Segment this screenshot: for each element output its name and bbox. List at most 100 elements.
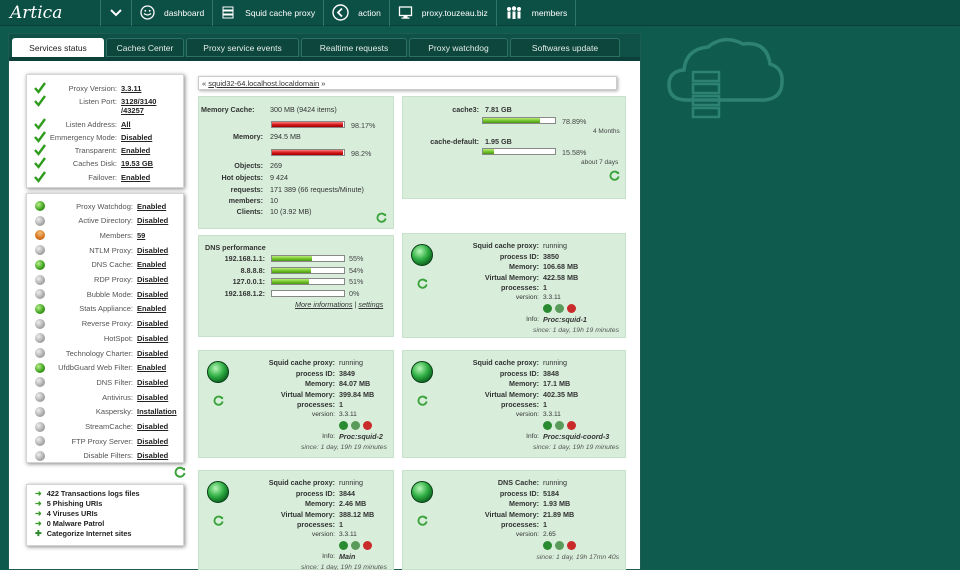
service-uptime: since: 1 day, 19h 19 minutes xyxy=(532,444,619,451)
breadcrumb: « squid32-64.localhost.localdomain » xyxy=(198,76,617,90)
tab-softwares-update[interactable]: Softwares update xyxy=(510,38,620,57)
dns-bar xyxy=(271,289,345,297)
logo[interactable]: Artica xyxy=(0,3,100,23)
restart-icon[interactable] xyxy=(555,421,564,430)
stop-icon[interactable] xyxy=(567,541,576,550)
feature-label: NTLM Proxy: xyxy=(89,245,133,255)
feature-value[interactable]: Disabled xyxy=(137,422,168,431)
feature-value[interactable]: 59 xyxy=(137,231,145,240)
stop-icon[interactable] xyxy=(567,421,576,430)
check-icon xyxy=(34,82,46,94)
list-item[interactable]: ➜ 0 Malware Patrol xyxy=(35,519,104,528)
kv-value: 9 424 xyxy=(270,173,288,182)
feature-value[interactable]: Disabled xyxy=(137,290,168,299)
refresh-icon[interactable] xyxy=(213,395,224,406)
feature-value[interactable]: Enabled xyxy=(137,363,166,372)
service-field-value: 21.89 MB xyxy=(543,509,575,519)
stop-icon[interactable] xyxy=(363,541,372,550)
info-value[interactable]: 3.3.11 xyxy=(121,84,141,93)
stats-list-box: ➜ 422 Transactions logs files ➜ 5 Phishing… xyxy=(26,484,184,546)
feature-value[interactable]: Disabled xyxy=(137,378,168,387)
start-icon[interactable] xyxy=(339,421,348,430)
refresh-button[interactable] xyxy=(174,466,186,480)
refresh-icon[interactable] xyxy=(609,170,620,181)
info-value[interactable]: Enabled xyxy=(121,146,150,155)
feature-label: UfdbGuard Web Filter: xyxy=(58,363,133,373)
info-label: Listen Address: xyxy=(65,119,117,129)
kv-value: 171 389 (66 requests/Minute) xyxy=(270,185,364,194)
start-icon[interactable] xyxy=(339,541,348,550)
info-value[interactable]: 19.53 GB xyxy=(121,159,153,168)
breadcrumb-host[interactable]: squid32-64.localhost.localdomain xyxy=(208,79,319,88)
service-field-label: Memory: xyxy=(305,379,335,388)
feature-value[interactable]: Disabled xyxy=(137,437,168,446)
info-value[interactable]: Disabled xyxy=(121,133,152,142)
feature-value[interactable]: Disabled xyxy=(137,319,168,328)
nav-hostname[interactable]: proxy.touzeau.biz xyxy=(390,0,496,26)
restart-icon[interactable] xyxy=(351,421,360,430)
start-icon[interactable] xyxy=(543,541,552,550)
nav-action[interactable]: action xyxy=(324,0,389,26)
refresh-icon[interactable] xyxy=(213,515,224,526)
tab-realtime-requests[interactable]: Realtime requests xyxy=(301,38,407,57)
service-field-label: version: xyxy=(311,530,335,538)
feature-value[interactable]: Disabled xyxy=(137,393,168,402)
service-field-value: 1 xyxy=(543,520,547,529)
settings-link[interactable]: settings xyxy=(358,300,383,309)
service-field-label: version: xyxy=(515,293,539,301)
feature-value[interactable]: Enabled xyxy=(137,202,166,211)
info-value[interactable]: /43257 xyxy=(121,106,144,115)
status-light-icon xyxy=(411,244,433,266)
list-item[interactable]: ➜ 5 Phishing URIs xyxy=(35,499,102,508)
status-off-icon xyxy=(35,392,45,403)
feature-value[interactable]: Disabled xyxy=(137,246,168,255)
nav-dashboard[interactable]: dashboard xyxy=(132,0,212,26)
tab-caches-center[interactable]: Caches Center xyxy=(106,38,184,57)
service-field-value: 1 xyxy=(543,283,547,292)
list-item[interactable]: ✚ Categorize Internet sites xyxy=(35,529,131,538)
refresh-icon[interactable] xyxy=(417,515,428,526)
list-item[interactable]: ➜ 422 Transactions logs files xyxy=(35,489,140,498)
feature-value[interactable]: Enabled xyxy=(137,304,166,313)
status-light-icon xyxy=(411,481,433,503)
tab-proxy-service-events[interactable]: Proxy service events xyxy=(186,38,299,57)
info-value[interactable]: All xyxy=(121,120,131,129)
tab-proxy-watchdog[interactable]: Proxy watchdog xyxy=(409,38,508,57)
proxy-info-box: Proxy Version: 3.3.11 Listen Port: 3128/… xyxy=(26,74,184,188)
menu-toggle[interactable] xyxy=(101,0,131,26)
feature-value[interactable]: Disabled xyxy=(137,275,168,284)
restart-icon[interactable] xyxy=(555,541,564,550)
service-uptime: since: 1 day, 19h 19 minutes xyxy=(532,327,619,334)
feature-value[interactable]: Installation xyxy=(137,407,177,416)
stop-icon[interactable] xyxy=(363,421,372,430)
feature-row: Technology Charter: Disabled xyxy=(27,346,183,360)
refresh-icon[interactable] xyxy=(417,278,428,289)
start-icon[interactable] xyxy=(543,421,552,430)
service-field-value: running xyxy=(339,478,363,487)
list-item-label: 5 Phishing URIs xyxy=(46,499,103,508)
feature-row: Disable Filters: Disabled xyxy=(27,449,183,463)
info-label: Failover: xyxy=(88,172,117,182)
feature-value[interactable]: Enabled xyxy=(137,260,166,269)
refresh-icon[interactable] xyxy=(376,212,387,223)
more-informations-link[interactable]: More informations xyxy=(295,300,353,309)
list-item[interactable]: ➜ 4 Viruses URIs xyxy=(35,509,98,518)
feature-label: DNS Filter: xyxy=(96,377,133,387)
info-value[interactable]: Enabled xyxy=(121,173,150,182)
tab-services-status[interactable]: Services status xyxy=(12,38,104,57)
service-status-card: Squid cache proxy: running process ID: 3850… xyxy=(402,233,626,338)
service-status-card: DNS Cache: running process ID: 5184 Memory: 1… xyxy=(402,470,626,570)
service-field-label: Memory: xyxy=(305,499,335,508)
start-icon[interactable] xyxy=(543,304,552,313)
restart-icon[interactable] xyxy=(351,541,360,550)
feature-value[interactable]: Disabled xyxy=(137,349,168,358)
nav-members[interactable]: members xyxy=(497,0,575,26)
feature-value[interactable]: Disabled xyxy=(137,216,168,225)
feature-value[interactable]: Disabled xyxy=(137,451,168,460)
feature-value[interactable]: Disabled xyxy=(137,334,168,343)
refresh-icon[interactable] xyxy=(417,395,428,406)
info-row: Transparent: Enabled xyxy=(27,143,183,157)
stop-icon[interactable] xyxy=(567,304,576,313)
restart-icon[interactable] xyxy=(555,304,564,313)
nav-squid-cache-proxy[interactable]: Squid cache proxy xyxy=(213,0,323,26)
